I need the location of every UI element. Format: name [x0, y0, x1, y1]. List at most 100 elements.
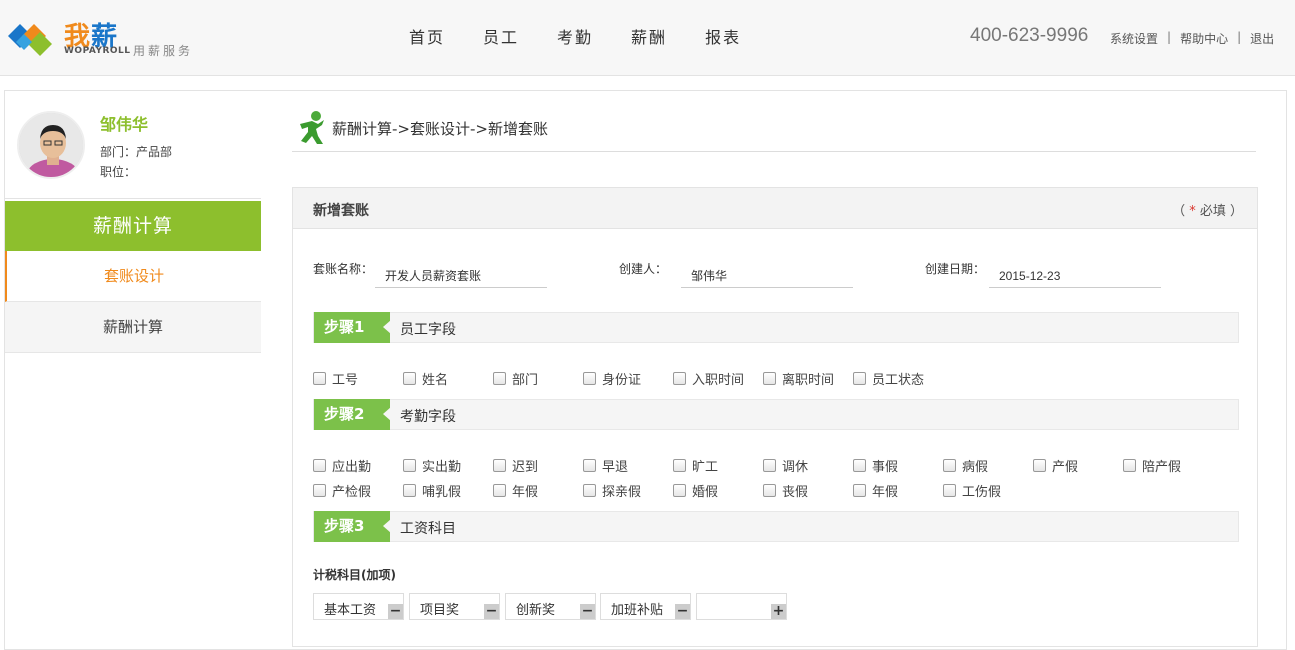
checkbox-attendance[interactable]: 工伤假 — [943, 481, 1001, 500]
checkbox-box[interactable] — [943, 459, 956, 472]
step-3-bar: 步骤3 工资科目 — [313, 511, 1239, 542]
checkbox-employee-status[interactable]: 员工状态 — [853, 369, 924, 388]
logo-icon — [8, 24, 52, 56]
checkbox-box[interactable] — [1033, 459, 1046, 472]
checkbox-id-card[interactable]: 身份证 — [583, 369, 641, 388]
step-1-tag: 步骤1 — [314, 312, 391, 343]
checkbox-box[interactable] — [403, 372, 416, 385]
user-department: 部门：产品部 — [100, 145, 173, 159]
user-name: 邹伟华 — [100, 115, 149, 134]
checkbox-box[interactable] — [853, 459, 866, 472]
salary-item[interactable]: 加班补贴 − — [600, 593, 691, 620]
checkbox-box[interactable] — [673, 372, 686, 385]
checkbox-box[interactable] — [403, 484, 416, 497]
brand-logo[interactable]: 我薪 WOPAYROLL 用薪服务 — [6, 14, 206, 64]
new-ledger-panel: 新增套账 （ * 必填 ） 套账名称： 创建人： 创建日期： 步骤1 员工字段 … — [292, 187, 1258, 647]
checkbox-employee-id[interactable]: 工号 — [313, 369, 358, 388]
checkbox-attendance[interactable]: 调休 — [763, 456, 808, 475]
checkbox-box[interactable] — [493, 484, 506, 497]
ledger-name-label: 套账名称： — [313, 262, 374, 276]
remove-icon[interactable]: − — [580, 604, 595, 619]
checkbox-attendance[interactable]: 应出勤 — [313, 456, 371, 475]
checkbox-box[interactable] — [853, 484, 866, 497]
panel-header: 新增套账 （ * 必填 ） — [293, 188, 1257, 229]
new-salary-item-input[interactable]: + — [696, 593, 787, 620]
create-date-input[interactable] — [989, 258, 1161, 288]
checkbox-attendance[interactable]: 早退 — [583, 456, 628, 475]
checkbox-box[interactable] — [673, 484, 686, 497]
help-center-link[interactable]: 帮助中心 — [1180, 30, 1228, 47]
checkbox-attendance[interactable]: 病假 — [943, 456, 988, 475]
checkbox-box[interactable] — [583, 372, 596, 385]
checkbox-box[interactable] — [313, 459, 326, 472]
creator-input[interactable] — [681, 258, 853, 288]
checkbox-attendance[interactable]: 旷工 — [673, 456, 718, 475]
checkbox-attendance[interactable]: 陪产假 — [1123, 456, 1181, 475]
top-header: 我薪 WOPAYROLL 用薪服务 首页 员工 考勤 薪酬 报表 400-623… — [0, 0, 1295, 76]
remove-icon[interactable]: − — [388, 604, 403, 619]
checkbox-attendance[interactable]: 哺乳假 — [403, 481, 461, 500]
nav-home[interactable]: 首页 — [390, 0, 464, 76]
sidebar: 邹伟华 部门：产品部 职位： 薪酬计算 套账设计 薪酬计算 — [4, 90, 261, 650]
step-2-bar: 步骤2 考勤字段 — [313, 399, 1239, 430]
salary-item-label: 项目奖 — [420, 603, 460, 618]
checkbox-hire-date[interactable]: 入职时间 — [673, 369, 744, 388]
checkbox-attendance[interactable]: 实出勤 — [403, 456, 461, 475]
checkbox-box[interactable] — [403, 459, 416, 472]
user-position: 职位： — [100, 165, 137, 179]
checkbox-box[interactable] — [313, 372, 326, 385]
nav-reports[interactable]: 报表 — [686, 0, 760, 76]
checkbox-department[interactable]: 部门 — [493, 369, 538, 388]
checkbox-box[interactable] — [493, 372, 506, 385]
checkbox-box[interactable] — [943, 484, 956, 497]
avatar-image — [19, 113, 83, 177]
creator-label: 创建人： — [619, 262, 668, 276]
checkbox-box[interactable] — [1123, 459, 1136, 472]
checkbox-name[interactable]: 姓名 — [403, 369, 448, 388]
user-profile: 邹伟华 部门：产品部 职位： — [5, 91, 261, 199]
remove-icon[interactable]: − — [484, 604, 499, 619]
nav-attendance[interactable]: 考勤 — [538, 0, 612, 76]
checkbox-attendance[interactable]: 年假 — [853, 481, 898, 500]
salary-item[interactable]: 创新奖 − — [505, 593, 596, 620]
checkbox-box[interactable] — [313, 484, 326, 497]
checkbox-attendance[interactable]: 事假 — [853, 456, 898, 475]
running-man-icon — [300, 111, 324, 144]
checkbox-attendance[interactable]: 丧假 — [763, 481, 808, 500]
salary-item[interactable]: 基本工资 − — [313, 593, 404, 620]
step-2-name: 考勤字段 — [400, 409, 456, 425]
sidebar-item-payroll-calc[interactable]: 薪酬计算 — [5, 302, 261, 353]
main-nav: 首页 员工 考勤 薪酬 报表 — [390, 0, 760, 76]
logout-link[interactable]: 退出 — [1250, 30, 1274, 47]
checkbox-attendance[interactable]: 产假 — [1033, 456, 1078, 475]
ledger-name-input[interactable] — [375, 258, 547, 288]
checkbox-attendance[interactable]: 年假 — [493, 481, 538, 500]
checkbox-leave-date[interactable]: 离职时间 — [763, 369, 834, 388]
panel-title: 新增套账 — [313, 203, 369, 219]
add-icon[interactable]: + — [771, 604, 786, 619]
checkbox-attendance[interactable]: 产检假 — [313, 481, 371, 500]
remove-icon[interactable]: − — [675, 604, 690, 619]
checkbox-box[interactable] — [493, 459, 506, 472]
nav-employees[interactable]: 员工 — [464, 0, 538, 76]
checkbox-attendance[interactable]: 婚假 — [673, 481, 718, 500]
step-3-name: 工资科目 — [400, 521, 456, 537]
link-separator: | — [1167, 30, 1172, 44]
nav-payroll[interactable]: 薪酬 — [612, 0, 686, 76]
checkbox-attendance[interactable]: 迟到 — [493, 456, 538, 475]
checkbox-box[interactable] — [853, 372, 866, 385]
system-settings-link[interactable]: 系统设置 — [1110, 30, 1158, 47]
checkbox-box[interactable] — [583, 484, 596, 497]
avatar — [17, 111, 85, 179]
checkbox-attendance[interactable]: 探亲假 — [583, 481, 641, 500]
salary-item[interactable]: 项目奖 − — [409, 593, 500, 620]
checkbox-box[interactable] — [763, 459, 776, 472]
step-1-bar: 步骤1 员工字段 — [313, 312, 1239, 343]
checkbox-box[interactable] — [583, 459, 596, 472]
sidebar-item-ledger-design[interactable]: 套账设计 — [5, 251, 261, 302]
checkbox-box[interactable] — [763, 484, 776, 497]
checkbox-box[interactable] — [673, 459, 686, 472]
ledger-info-row: 套账名称： 创建人： 创建日期： — [313, 258, 1253, 288]
checkbox-box[interactable] — [763, 372, 776, 385]
required-note: （ * 必填 ） — [1172, 204, 1243, 219]
